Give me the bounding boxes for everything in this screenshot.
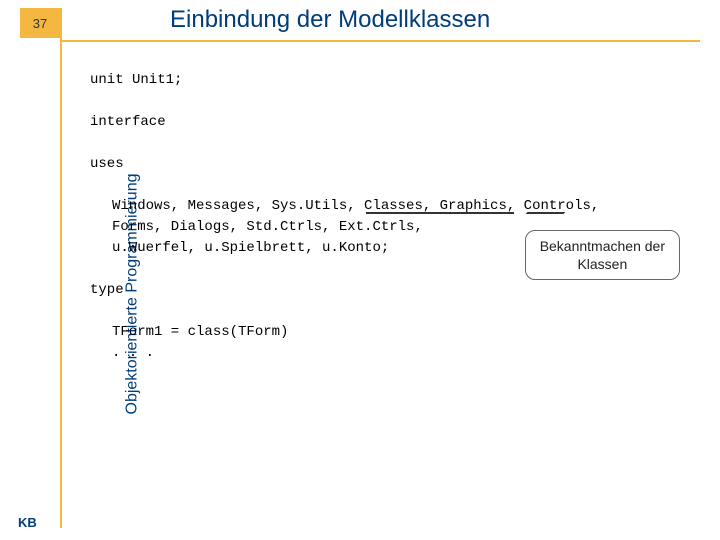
page-number: 37: [20, 8, 60, 38]
code-blank: [90, 175, 599, 196]
code-blank: [90, 133, 599, 154]
slide-title: Einbindung der Modellklassen: [170, 6, 490, 34]
callout-text-line2: Klassen: [540, 255, 665, 273]
code-blank: [90, 259, 599, 280]
callout-connector: [366, 212, 514, 214]
code-line: TForm1 = class(TForm): [90, 322, 599, 343]
vertical-divider: [60, 8, 62, 528]
code-line: interface: [90, 112, 599, 133]
page-number-text: 37: [33, 16, 47, 31]
callout-text-line1: Bekanntmachen der: [540, 237, 665, 255]
code-line: Windows, Messages, Sys.Utils, Classes, G…: [90, 196, 599, 217]
code-line: . . .: [90, 343, 599, 364]
footer-label: KB: [18, 515, 37, 530]
code-blank: [90, 301, 599, 322]
code-line: uses: [90, 154, 599, 175]
code-line: type: [90, 280, 599, 301]
horizontal-divider: [60, 40, 700, 42]
code-blank: [90, 91, 599, 112]
callout-box: Bekanntmachen der Klassen: [525, 230, 680, 280]
code-line: unit Unit1;: [90, 70, 599, 91]
